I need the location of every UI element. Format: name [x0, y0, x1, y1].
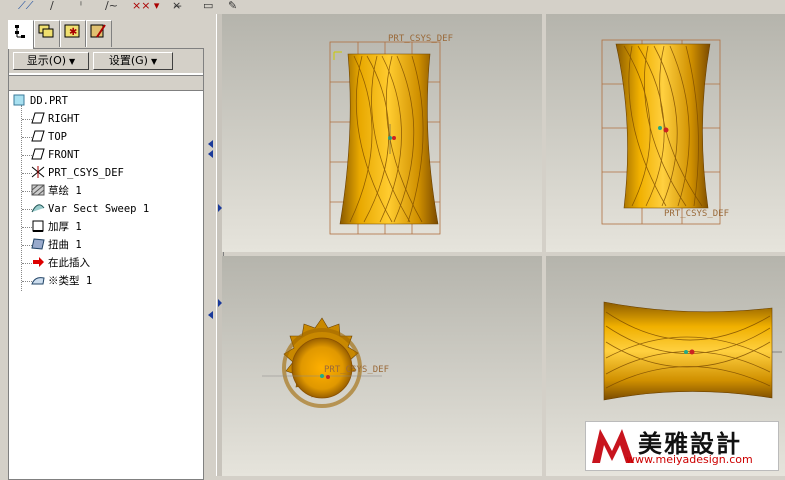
part-icon — [13, 94, 27, 106]
csys-label-front: PRT_CSYS_DEF — [388, 34, 453, 44]
sweep-icon — [31, 202, 45, 214]
panel-resize-strip[interactable] — [204, 14, 216, 476]
svg-text:✱: ✱ — [69, 27, 77, 38]
top-toolbar: ⟋⟋ ∕ ⁱ ∕~ ×× ▾ ⨯̶ ▭ ✎ — [0, 0, 785, 14]
watermark-logo: 美雅設計 www.meiyadesign.com — [585, 421, 779, 471]
tree-item-label: TOP — [48, 131, 67, 143]
datum-plane-icon — [31, 112, 45, 124]
tree-item-thicken[interactable]: 加厚 1 — [31, 219, 82, 235]
viewport-right[interactable]: PRT_CSYS_DEF — [546, 14, 785, 252]
pen-icon[interactable]: ✎ — [228, 0, 237, 12]
model-tree-panel: ✱ 显示(O) ▼ 设置(G) ▼ DD.PRT RIGHT TOP FRONT… — [0, 14, 214, 480]
tree-item-insert-here[interactable]: 在此插入 — [31, 255, 90, 271]
tree-item-sketch[interactable]: 草绘 1 — [31, 183, 82, 199]
tree-item-csys[interactable]: PRT_CSYS_DEF — [31, 165, 124, 181]
tree-item-label: ※类型 1 — [48, 275, 93, 287]
chevron-down-icon: ▼ — [69, 57, 76, 66]
settings-tab[interactable] — [86, 20, 112, 47]
viewport-front[interactable]: PRT_CSYS_DEF — [222, 14, 542, 252]
brand-url: www.meiyadesign.com — [626, 453, 753, 466]
show-label: 显示(O) — [26, 54, 67, 67]
datum-axis-icon[interactable]: ∕ — [50, 0, 54, 12]
sketch-icon — [31, 184, 45, 196]
csys-icon — [31, 166, 45, 178]
settings-dropdown[interactable]: 设置(G) ▼ — [93, 52, 173, 70]
tree-item-front[interactable]: FRONT — [31, 147, 80, 163]
tree-header-bar — [9, 75, 203, 91]
settings-label: 设置(G) — [108, 54, 148, 67]
style-icon — [31, 274, 45, 286]
tree-item-sweep[interactable]: Var Sect Sweep 1 — [31, 201, 149, 217]
datum-plane-icon[interactable]: ⟋⟋ — [18, 0, 33, 12]
insert-here-arrow-icon — [31, 256, 45, 268]
tree-item-top[interactable]: TOP — [31, 129, 67, 145]
datum-curve-icon[interactable]: ⁱ — [80, 0, 82, 12]
tree-item-warp[interactable]: 扭曲 1 — [31, 237, 82, 253]
tree-item-label: 草绘 1 — [48, 185, 82, 197]
tree-item-label: RIGHT — [48, 113, 80, 125]
analysis-icon[interactable]: ⨯̶ — [172, 0, 181, 12]
layer-tab[interactable] — [34, 20, 60, 47]
favorites-tab[interactable]: ✱ — [60, 20, 86, 47]
chevron-down-icon: ▼ — [150, 57, 158, 66]
csys-label-right: PRT_CSYS_DEF — [664, 209, 729, 219]
viewport-top[interactable]: PRT_CSYS_DEF — [222, 256, 542, 476]
tree-item-label: 扭曲 1 — [48, 239, 82, 251]
csys-icon[interactable]: ×× ▾ — [132, 0, 159, 12]
tree-item-style[interactable]: ※类型 1 — [31, 273, 92, 289]
csys-label-top: PRT_CSYS_DEF — [324, 365, 389, 375]
tree-root[interactable]: DD.PRT — [13, 93, 68, 109]
model-tree-area: 显示(O) ▼ 设置(G) ▼ DD.PRT RIGHT TOP FRONT P… — [8, 48, 204, 480]
tree-item-label: Var Sect Sweep 1 — [48, 203, 150, 215]
datum-point-icon[interactable]: ∕~ — [105, 0, 118, 12]
tree-item-label: 在此插入 — [48, 257, 90, 269]
tree-item-label: FRONT — [48, 149, 80, 161]
tree-item-right[interactable]: RIGHT — [31, 111, 80, 127]
show-dropdown[interactable]: 显示(O) ▼ — [13, 52, 89, 70]
datum-plane-icon — [31, 148, 45, 160]
tree-button-bar: 显示(O) ▼ 设置(G) ▼ — [9, 49, 203, 73]
tree-item-label: 加厚 1 — [48, 221, 82, 233]
datum-plane-icon — [31, 130, 45, 142]
model-tree-tab[interactable] — [8, 20, 34, 49]
warp-icon — [31, 238, 45, 250]
tree-root-label: DD.PRT — [30, 95, 68, 107]
thicken-icon — [31, 220, 45, 232]
measure-icon[interactable]: ▭ — [203, 0, 213, 12]
tree-item-label: PRT_CSYS_DEF — [48, 167, 124, 179]
